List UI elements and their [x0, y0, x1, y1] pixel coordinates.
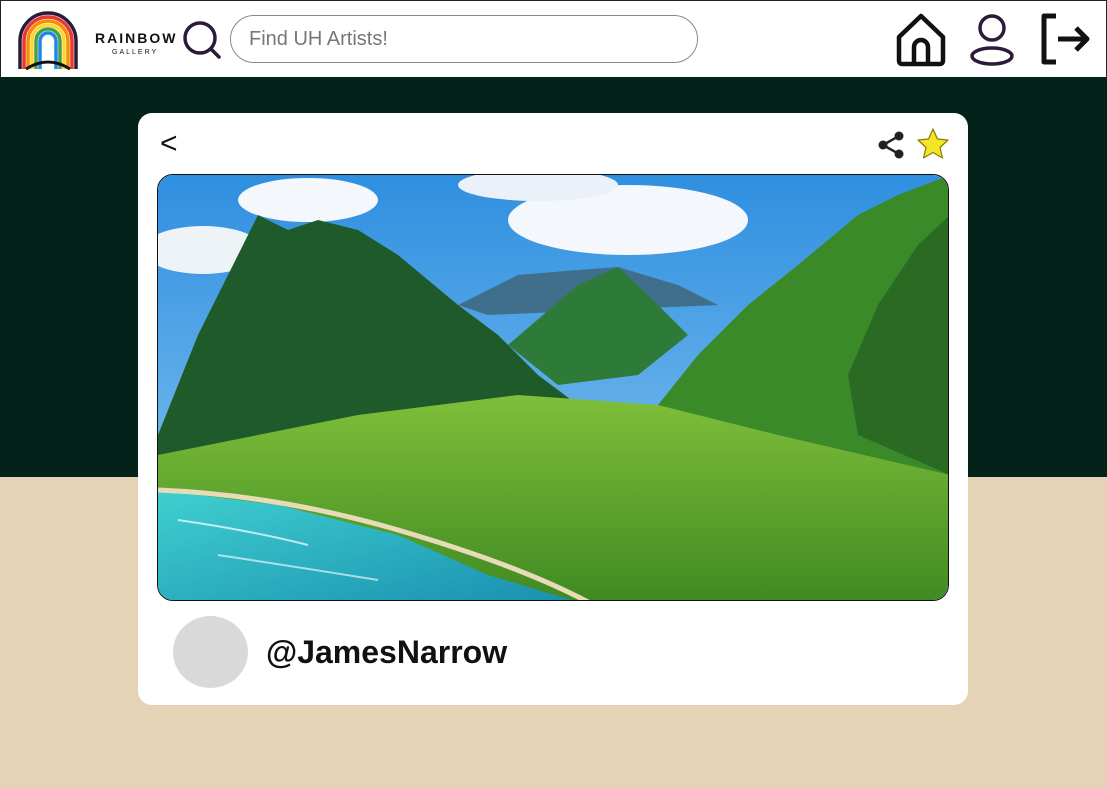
rainbow-gallery-logo[interactable]: RAINBOW GALLERY: [16, 9, 175, 71]
artist-username[interactable]: @JamesNarrow: [266, 634, 507, 671]
star-icon[interactable]: [916, 127, 950, 161]
artwork-card: < @JamesNarrow: [138, 113, 968, 705]
top-navigation-bar: RAINBOW GALLERY: [0, 0, 1107, 77]
search-input[interactable]: [230, 15, 698, 63]
home-icon[interactable]: [894, 11, 948, 67]
avatar[interactable]: [173, 616, 248, 688]
back-button[interactable]: <: [160, 129, 178, 159]
logo-title: RAINBOW: [95, 30, 178, 46]
search-icon[interactable]: [182, 20, 222, 60]
user-icon[interactable]: [965, 11, 1019, 67]
logo-subtitle: GALLERY: [112, 49, 159, 56]
share-icon[interactable]: [875, 129, 907, 161]
rainbow-arch-icon: [18, 11, 78, 71]
landscape-illustration: [158, 175, 948, 600]
logout-icon[interactable]: [1038, 11, 1092, 67]
artwork-image[interactable]: [157, 174, 949, 601]
